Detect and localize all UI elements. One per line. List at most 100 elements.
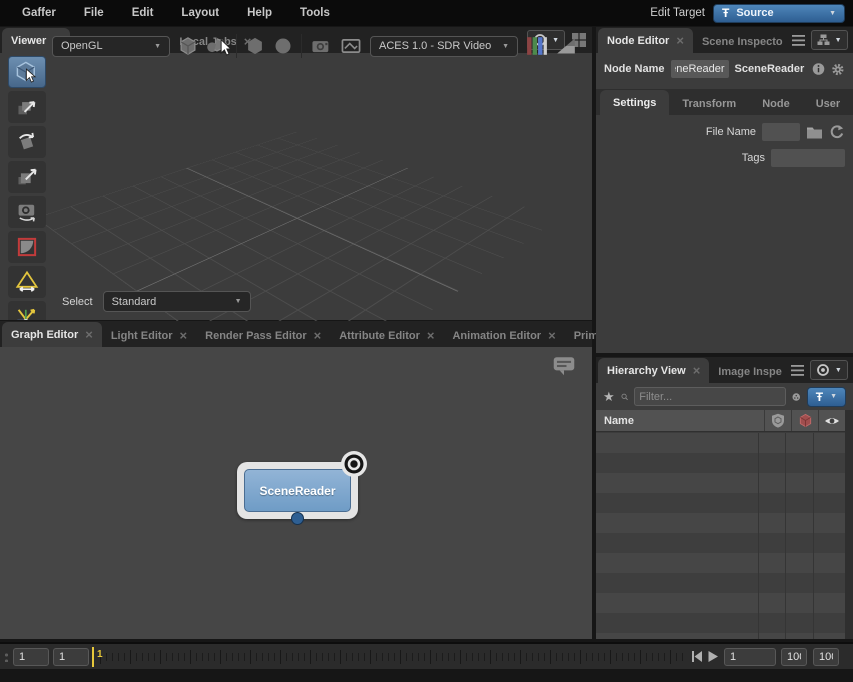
- tab-overflow-menu-icon[interactable]: [791, 365, 804, 376]
- select-label: Select: [62, 296, 93, 308]
- light-tool-button[interactable]: [8, 266, 46, 298]
- subtab-user[interactable]: User: [803, 92, 853, 115]
- start-frame-input[interactable]: [13, 648, 49, 666]
- inclusions-column-header[interactable]: [764, 410, 791, 431]
- gaffer-window: Gaffer File Edit Layout Help Tools Edit …: [0, 0, 853, 682]
- menu-file[interactable]: File: [70, 7, 118, 19]
- menu-edit[interactable]: Edit: [118, 7, 168, 19]
- file-name-input[interactable]: [762, 123, 800, 141]
- close-icon[interactable]: ×: [85, 330, 93, 340]
- menu-gaffer[interactable]: Gaffer: [8, 7, 70, 19]
- close-icon[interactable]: ×: [314, 331, 322, 341]
- tab-animation-editor[interactable]: Animation Editor ×: [443, 324, 564, 347]
- name-column-header[interactable]: Name: [596, 415, 764, 427]
- translate-tool-button[interactable]: [8, 91, 46, 123]
- display-transform-dropdown[interactable]: ACES 1.0 - SDR Video ▼: [370, 36, 518, 57]
- hierarchy-rows[interactable]: [596, 433, 845, 639]
- camera-icon[interactable]: [310, 36, 332, 56]
- subtab-transform[interactable]: Transform: [669, 92, 749, 115]
- annotation-bubble-icon[interactable]: [552, 355, 576, 377]
- close-icon[interactable]: ×: [548, 331, 556, 341]
- exposure-gamma-icon[interactable]: [556, 37, 576, 55]
- exclusions-column-header[interactable]: [791, 410, 818, 431]
- tab-light-editor[interactable]: Light Editor ×: [102, 324, 196, 347]
- camera-tool-button[interactable]: [8, 196, 46, 228]
- chevron-down-icon: ▼: [835, 37, 842, 44]
- scene-reader-node-body[interactable]: SceneReader: [244, 469, 351, 512]
- scene-image-icon[interactable]: [340, 36, 362, 56]
- subtab-settings[interactable]: Settings: [600, 90, 669, 115]
- menu-layout[interactable]: Layout: [167, 7, 233, 19]
- scrollbar-gutter[interactable]: [845, 410, 853, 639]
- range-start-input[interactable]: [53, 648, 89, 666]
- menu-tools[interactable]: Tools: [286, 7, 344, 19]
- ruler-major-ticks: [100, 650, 688, 664]
- close-icon[interactable]: ×: [180, 331, 188, 341]
- bullseye-icon: [816, 363, 830, 377]
- scale-tool-button[interactable]: [8, 161, 46, 193]
- range-end-input[interactable]: [781, 648, 807, 666]
- select-mode-dropdown[interactable]: Standard ▼: [103, 291, 251, 312]
- tab-graph-editor[interactable]: Graph Editor ×: [2, 322, 102, 347]
- scene-reader-node[interactable]: SceneReader: [237, 462, 358, 519]
- rotate-tool-button[interactable]: [8, 126, 46, 158]
- tab-render-pass-editor[interactable]: Render Pass Editor ×: [196, 324, 330, 347]
- edit-target-source-dropdown[interactable]: Ŧ Source ▼: [713, 4, 845, 23]
- folder-browse-icon[interactable]: [806, 125, 823, 140]
- tab-overflow-menu-icon[interactable]: [792, 35, 805, 46]
- drawing-mode-cube-icon[interactable]: [178, 36, 198, 56]
- close-icon[interactable]: ×: [693, 366, 701, 376]
- camera-tool-icon: [15, 201, 39, 223]
- gear-icon[interactable]: [831, 60, 845, 79]
- filter-input[interactable]: [634, 387, 786, 406]
- info-icon[interactable]: [812, 60, 825, 78]
- close-icon[interactable]: ×: [676, 36, 684, 46]
- crop-window-tool-button[interactable]: [8, 231, 46, 263]
- chevron-down-icon: ▼: [829, 10, 836, 17]
- expansion-cube-icon[interactable]: [245, 36, 265, 56]
- visibility-column-header[interactable]: [818, 410, 845, 431]
- timeline-grip-handle[interactable]: [5, 652, 8, 662]
- hierarchy-focus-dropdown[interactable]: ▼: [810, 360, 848, 380]
- tab-image-inspector[interactable]: Image Inspe: [709, 360, 791, 383]
- toolbar-separator: [301, 34, 302, 58]
- node-editor-tabbar: Node Editor × Scene Inspecto ▼: [596, 27, 853, 53]
- current-frame-input[interactable]: [724, 648, 776, 666]
- focus-badge-icon[interactable]: [340, 450, 368, 478]
- tags-input[interactable]: [771, 149, 845, 167]
- tab-scene-inspector[interactable]: Scene Inspecto: [693, 30, 792, 53]
- tab-label: Render Pass Editor: [205, 330, 306, 342]
- frame-ruler[interactable]: [100, 644, 688, 671]
- red-cube-icon: [798, 413, 813, 428]
- light-position-icon: [15, 305, 39, 320]
- rgb-channels-icon[interactable]: [526, 35, 548, 57]
- bookmark-star-icon[interactable]: ★: [603, 389, 615, 405]
- hierarchy-filter-row: ★ Ŧ ▼: [596, 383, 853, 410]
- filter-settings-icon[interactable]: [792, 388, 801, 406]
- menu-help[interactable]: Help: [233, 7, 286, 19]
- node-name-label: Node Name: [604, 63, 665, 75]
- select-tool-button[interactable]: [8, 56, 46, 88]
- tab-attribute-editor[interactable]: Attribute Editor ×: [330, 324, 443, 347]
- renderer-dropdown[interactable]: OpenGL ▼: [52, 36, 170, 57]
- refresh-icon[interactable]: [829, 124, 845, 140]
- play-button[interactable]: [707, 650, 719, 663]
- scope-filter-dropdown[interactable]: Ŧ ▼: [807, 387, 846, 407]
- crop-window-icon: [17, 237, 37, 257]
- node-output-port[interactable]: [291, 512, 304, 525]
- sphere-icon[interactable]: [273, 36, 293, 56]
- light-position-tool-button[interactable]: [8, 301, 46, 320]
- tab-node-editor[interactable]: Node Editor ×: [598, 28, 693, 53]
- node-name-input[interactable]: [671, 60, 729, 78]
- tab-hierarchy-view[interactable]: Hierarchy View ×: [598, 358, 709, 383]
- close-icon[interactable]: ×: [427, 331, 435, 341]
- skip-to-start-button[interactable]: [691, 650, 703, 663]
- node-editor-mode-dropdown[interactable]: ▼: [811, 30, 848, 50]
- subtab-node[interactable]: Node: [749, 92, 803, 115]
- hierarchy-tabbar: Hierarchy View × Image Inspe ▼: [596, 357, 853, 383]
- end-frame-input[interactable]: [813, 648, 839, 666]
- playhead-frame-label: 1: [97, 649, 103, 660]
- playhead[interactable]: [92, 647, 94, 667]
- graph-canvas[interactable]: SceneReader: [0, 347, 592, 639]
- file-name-label: File Name: [706, 126, 756, 138]
